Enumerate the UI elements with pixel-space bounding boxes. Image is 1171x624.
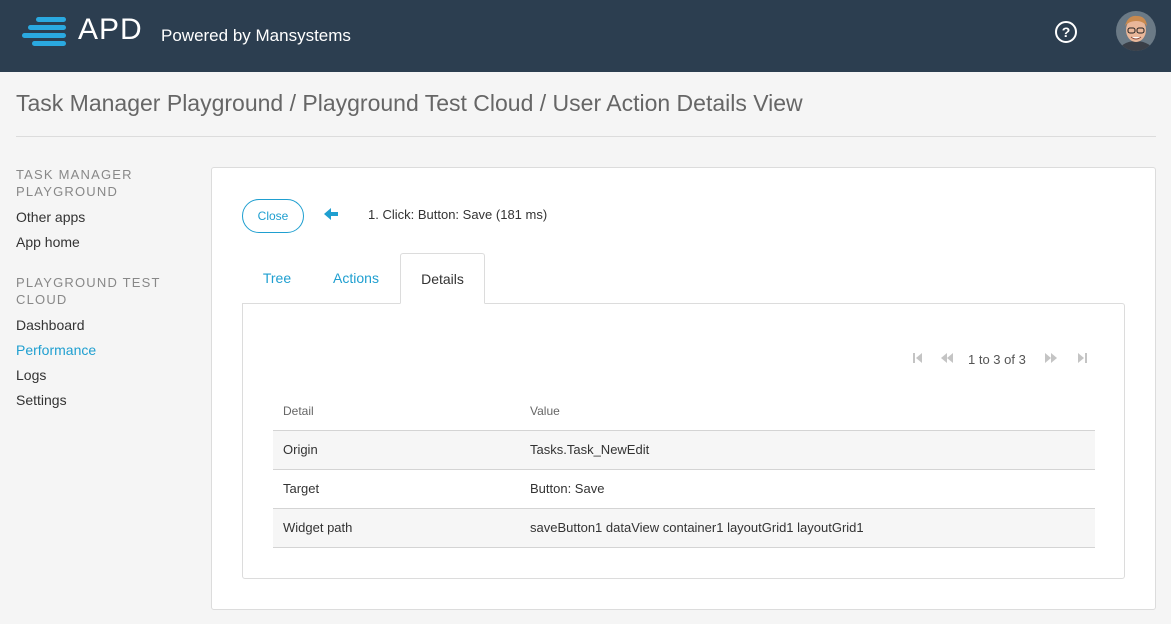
logo-text: APD	[78, 13, 143, 46]
column-header-value[interactable]: Value	[520, 392, 1095, 431]
previous-page-icon[interactable]	[940, 351, 954, 365]
table-cell-detail: Origin	[273, 430, 520, 470]
table-cell-value: Tasks.Task_NewEdit	[520, 430, 1095, 470]
page-title: Task Manager Playground / Playground Tes…	[16, 90, 803, 116]
tab-actions[interactable]: Actions	[318, 253, 394, 304]
main-card: Close 1. Click: Button: Save (181 ms) Tr…	[211, 167, 1156, 610]
sidebar-heading: TASK MANAGER PLAYGROUND	[16, 167, 133, 199]
sidebar-group-test-cloud: PLAYGROUND TEST CLOUD Dashboard Performa…	[16, 274, 196, 413]
arrow-left-icon[interactable]	[323, 206, 339, 222]
help-icon[interactable]: ?	[1055, 21, 1077, 43]
table-cell-value: saveButton1 dataView container1 layoutGr…	[520, 508, 1095, 548]
sidebar-group-task-manager: TASK MANAGER PLAYGROUND Other apps App h…	[16, 166, 196, 255]
next-page-icon[interactable]	[1044, 351, 1058, 365]
tab-details[interactable]: Details	[400, 253, 485, 304]
sidebar-item-logs[interactable]: Logs	[16, 363, 196, 388]
sidebar-item-performance[interactable]: Performance	[16, 338, 196, 363]
last-page-icon[interactable]	[1075, 351, 1089, 365]
column-header-detail[interactable]: Detail	[273, 392, 520, 431]
table-cell-value: Button: Save	[520, 469, 1095, 509]
table-cell-detail: Widget path	[273, 508, 520, 548]
logo-bars-icon	[22, 16, 72, 46]
table-header-row: Detail Value	[273, 392, 1095, 431]
sidebar-item-settings[interactable]: Settings	[16, 388, 196, 413]
pager: 1 to 3 of 3	[911, 350, 1091, 368]
tab-tree[interactable]: Tree	[242, 253, 312, 304]
avatar[interactable]	[1116, 11, 1156, 51]
table-row[interactable]: Origin Tasks.Task_NewEdit	[273, 430, 1095, 470]
sidebar-item-other-apps[interactable]: Other apps	[16, 205, 196, 230]
title-divider	[16, 136, 1156, 137]
table-row[interactable]: Widget path saveButton1 dataView contain…	[273, 508, 1095, 548]
details-table: Detail Value Origin Tasks.Task_NewEdit T…	[273, 392, 1095, 548]
top-bar: APD Powered by Mansystems ?	[0, 0, 1171, 72]
sidebar-item-dashboard[interactable]: Dashboard	[16, 313, 196, 338]
apd-logo[interactable]: APD Powered by Mansystems	[22, 13, 382, 46]
user-action-title: 1. Click: Button: Save (181 ms)	[368, 207, 548, 222]
pager-status: 1 to 3 of 3	[968, 352, 1026, 367]
sidebar: TASK MANAGER PLAYGROUND Other apps App h…	[16, 166, 196, 432]
details-panel: 1 to 3 of 3 Detail Value Origin Tasks.Ta…	[242, 303, 1125, 579]
table-row[interactable]: Target Button: Save	[273, 469, 1095, 509]
first-page-icon[interactable]	[911, 351, 925, 365]
sidebar-item-app-home[interactable]: App home	[16, 230, 196, 255]
logo-subtitle: Powered by Mansystems	[161, 26, 351, 45]
sidebar-heading: PLAYGROUND TEST CLOUD	[16, 275, 161, 307]
close-button[interactable]: Close	[242, 199, 304, 233]
table-cell-detail: Target	[273, 469, 520, 509]
